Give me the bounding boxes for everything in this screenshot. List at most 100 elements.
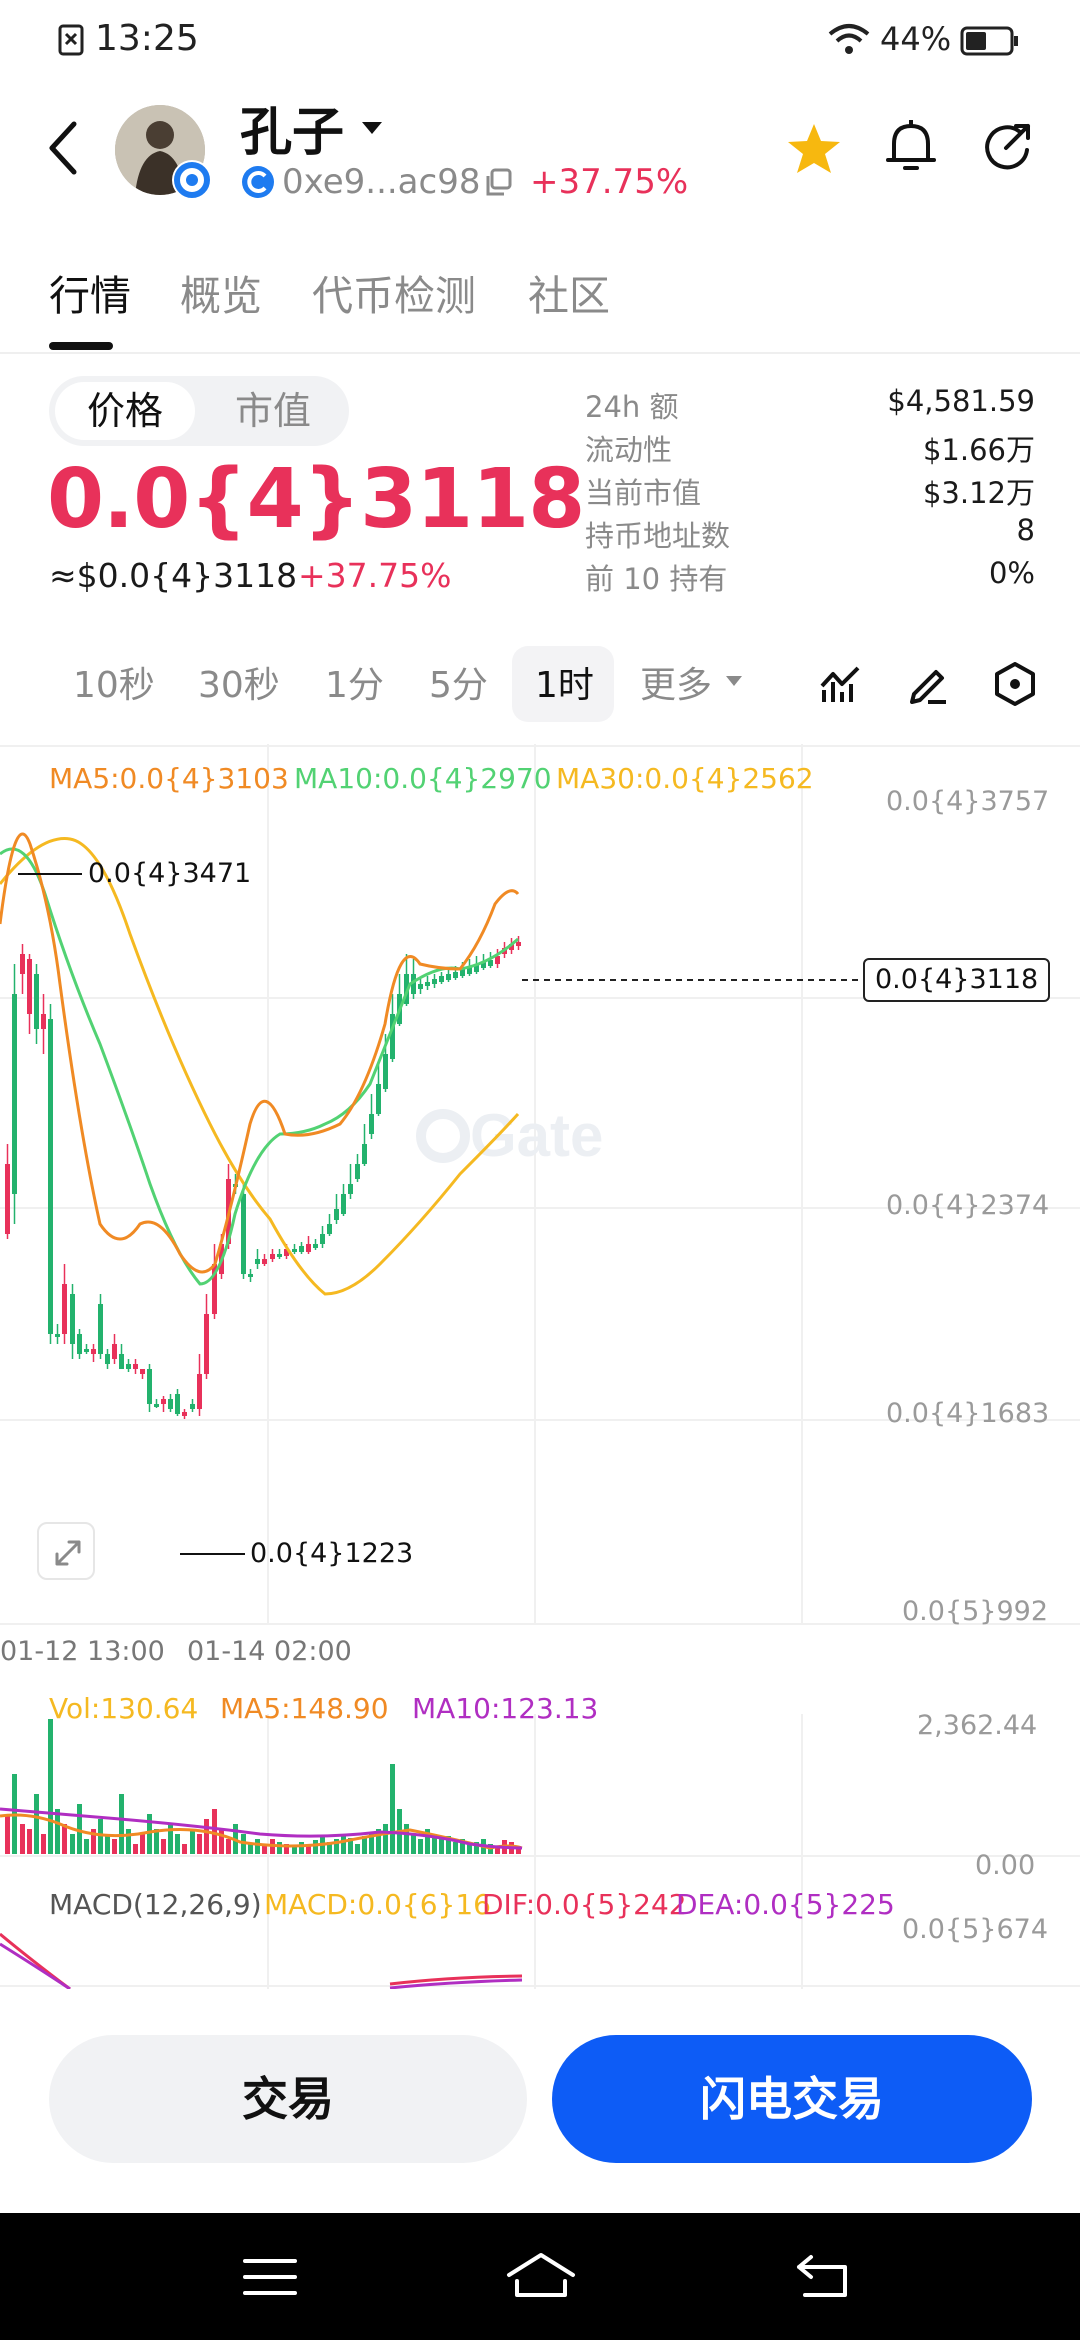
candle <box>62 1284 67 1334</box>
macd-params: MACD(12,26,9) <box>49 1888 262 1921</box>
watermark-text: Gate <box>470 1102 603 1169</box>
candle <box>5 1164 10 1234</box>
volume-bar <box>182 1844 187 1854</box>
vol-ma10-legend: MA10:123.13 <box>412 1692 599 1725</box>
stat-row: 前 10 持有 0% <box>585 556 1035 599</box>
volume-bar <box>390 1764 395 1854</box>
candle <box>12 994 17 1194</box>
battery-icon <box>960 26 1018 56</box>
stat-key: 当前市值 <box>585 476 702 510</box>
volume-bar <box>411 1834 416 1854</box>
volume-bar <box>62 1824 67 1854</box>
home-icon[interactable] <box>505 2251 577 2299</box>
stat-row: 24h 额 $4,581.59 <box>585 384 1035 427</box>
status-time: 13:25 <box>95 18 199 59</box>
candle <box>168 1399 173 1409</box>
tab-overview[interactable]: 概览 <box>180 262 262 322</box>
volume-bar <box>105 1834 110 1854</box>
favorite-star-icon[interactable] <box>786 122 842 176</box>
caret-down-icon[interactable] <box>724 674 744 688</box>
settings-hex-icon[interactable] <box>994 662 1036 706</box>
copy-icon[interactable] <box>484 168 514 198</box>
volume-bar <box>119 1794 124 1854</box>
trade-button[interactable]: 交易 <box>49 2035 527 2163</box>
candles <box>5 936 521 1419</box>
draw-pen-icon[interactable] <box>906 662 948 704</box>
volume-bar <box>219 1829 224 1854</box>
tab-token-check[interactable]: 代币检测 <box>312 262 476 322</box>
interval-5m[interactable]: 5分 <box>429 656 488 708</box>
candle <box>320 1234 325 1244</box>
toggle-mcap[interactable]: 市值 <box>203 382 343 440</box>
status-bar: 13:25 44% <box>0 0 1080 80</box>
volume-bar <box>70 1834 75 1854</box>
volume-bar <box>41 1834 46 1854</box>
interval-more[interactable]: 更多 <box>640 656 712 708</box>
y-axis-label: 0.0{4}3757 <box>886 786 1050 817</box>
y-axis-label: 0.0{5}992 <box>902 1596 1049 1627</box>
candle <box>175 1394 180 1414</box>
tab-community[interactable]: 社区 <box>528 262 610 322</box>
candle <box>439 976 444 982</box>
vol-ma5-legend: MA5:148.90 <box>220 1692 389 1725</box>
tab-market[interactable]: 行情 <box>49 262 131 322</box>
candle <box>77 1334 82 1354</box>
volume-bar <box>112 1839 117 1854</box>
candle <box>453 972 458 978</box>
interval-30s[interactable]: 30秒 <box>198 656 280 708</box>
usd-price: ≈$0.0{4}3118 <box>49 556 298 595</box>
y-axis-label: 0.0{4}1683 <box>886 1398 1050 1429</box>
x-axis-label: 01-12 13:00 <box>0 1636 165 1667</box>
flash-trade-button[interactable]: 闪电交易 <box>552 2035 1032 2163</box>
volume-bar <box>277 1842 282 1854</box>
candle <box>84 1349 89 1352</box>
ma5-legend: MA5:0.0{4}3103 <box>49 762 289 795</box>
candle <box>270 1254 275 1259</box>
menu-icon[interactable] <box>243 2257 297 2297</box>
system-nav-bar <box>0 2213 1080 2340</box>
back-icon[interactable] <box>46 120 80 176</box>
candle <box>197 1374 202 1409</box>
share-icon[interactable] <box>980 120 1034 174</box>
toggle-price[interactable]: 价格 <box>55 382 195 440</box>
fullscreen-button[interactable] <box>37 1522 95 1580</box>
wifi-icon <box>828 24 870 54</box>
candle <box>432 979 437 984</box>
x-axis-label: 01-14 02:00 <box>187 1636 352 1667</box>
ma30-legend: MA30:0.0{4}2562 <box>556 762 814 795</box>
interval-10s[interactable]: 10秒 <box>73 656 155 708</box>
indicator-icon[interactable] <box>820 664 860 704</box>
token-name[interactable]: 孔子 <box>240 90 344 165</box>
stat-row: 当前市值 $3.12万 <box>585 470 1035 513</box>
candle <box>119 1354 124 1369</box>
volume-bar <box>147 1814 152 1854</box>
interval-1h[interactable]: 1时 <box>535 656 594 708</box>
volume-bar <box>255 1839 260 1854</box>
candle <box>362 1144 367 1164</box>
chart-canvas[interactable]: Gate <box>0 744 1080 1989</box>
candle <box>255 1259 260 1264</box>
volume-bar <box>161 1839 166 1854</box>
back-nav-icon[interactable] <box>795 2253 851 2299</box>
bell-icon[interactable] <box>884 118 938 176</box>
vol-legend: Vol:130.64 <box>49 1692 199 1725</box>
candle <box>161 1399 166 1404</box>
interval-1m[interactable]: 1分 <box>325 656 384 708</box>
candle <box>516 942 521 946</box>
notification-icon <box>58 24 84 56</box>
price-mcap-toggle[interactable]: 价格 市值 <box>49 376 349 446</box>
volume-bar <box>98 1819 103 1854</box>
chart-grid <box>0 744 1080 1989</box>
stat-row: 持币地址数 8 <box>585 513 1035 556</box>
volume-bar <box>226 1839 231 1854</box>
dea-value: DEA:0.0{5}225 <box>676 1888 895 1921</box>
candle <box>299 1246 304 1252</box>
volume-bar <box>204 1819 209 1854</box>
candle <box>277 1254 282 1257</box>
caret-down-icon[interactable] <box>360 120 384 136</box>
high-price-label: 0.0{4}3471 <box>88 858 252 889</box>
vol-axis-bottom: 0.00 <box>975 1850 1036 1881</box>
kline-chart[interactable]: Gate MA5:0.0{4}3103 MA10:0.0{4}2970 MA30… <box>0 744 1080 1989</box>
candle <box>91 1349 96 1354</box>
main-tabs: 行情 概览 代币检测 社区 <box>0 250 1080 350</box>
